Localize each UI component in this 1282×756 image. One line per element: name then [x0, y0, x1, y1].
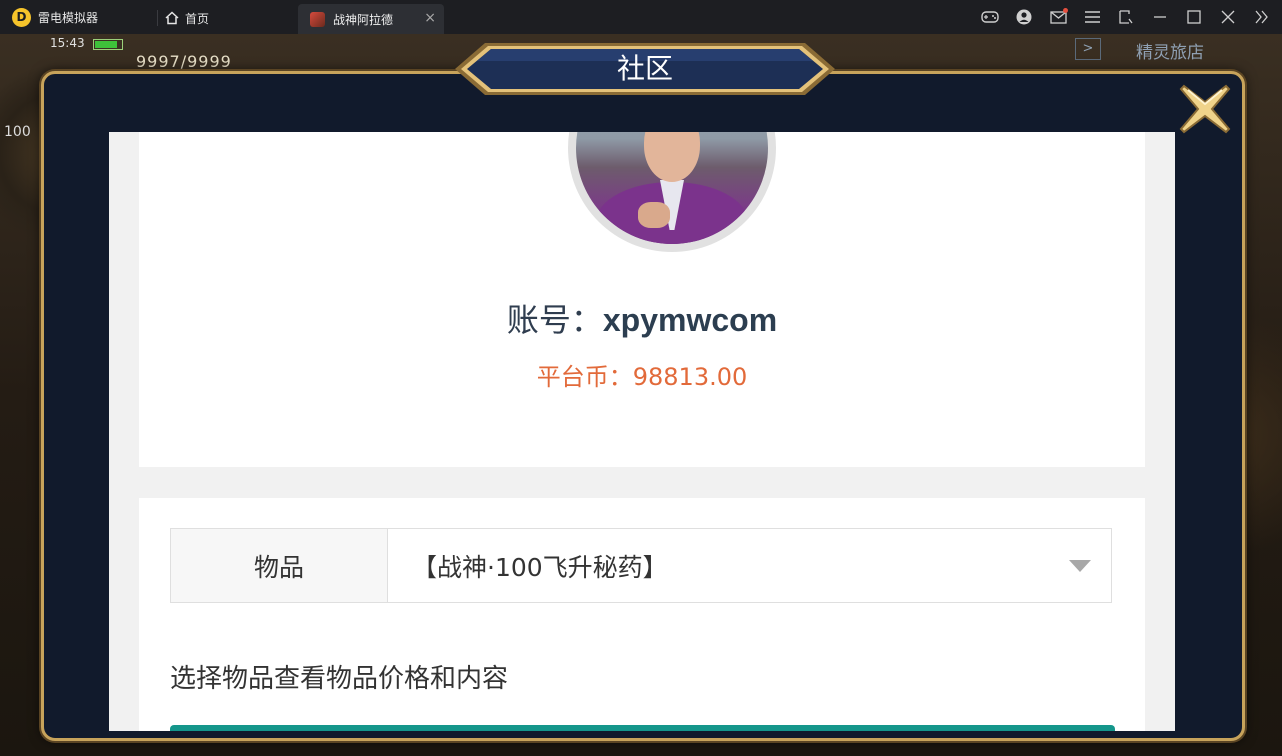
community-webview: 账号：xpymwcom 平台币：98813.00 物品 【战神·100飞升秘药】…: [109, 132, 1175, 731]
coins-value: 98813.00: [632, 363, 748, 391]
items-card: 物品 【战神·100飞升秘药】 选择物品查看物品价格和内容: [139, 498, 1145, 731]
titlebar-divider: [157, 10, 158, 26]
user-account-icon[interactable]: [1012, 6, 1036, 28]
restore-window-icon[interactable]: [1114, 6, 1138, 28]
expand-sidebar-icon[interactable]: [1250, 6, 1274, 28]
close-window-icon[interactable]: [1216, 6, 1240, 28]
tab-home[interactable]: 首页: [165, 8, 209, 28]
modal-title: 社区: [616, 52, 673, 85]
gamepad-icon[interactable]: [978, 6, 1002, 28]
mail-icon[interactable]: [1046, 6, 1070, 28]
tab-home-label: 首页: [185, 11, 210, 26]
minimize-icon[interactable]: [1148, 6, 1172, 28]
avatar: [568, 132, 776, 252]
app-logo-icon: D: [12, 8, 31, 27]
menu-icon[interactable]: [1080, 6, 1104, 28]
shop-label[interactable]: 精灵旅店: [1136, 38, 1204, 63]
profile-card: 账号：xpymwcom 平台币：98813.00: [139, 132, 1145, 467]
titlebar-controls: [978, 6, 1274, 28]
shop-arrow-icon[interactable]: >: [1075, 38, 1101, 60]
action-button[interactable]: [170, 725, 1115, 731]
item-select-row: 物品 【战神·100飞升秘药】: [170, 528, 1112, 603]
tab-close-icon[interactable]: ×: [424, 10, 436, 26]
account-label: 账号：: [506, 301, 603, 339]
game-app-icon: [310, 11, 325, 27]
item-selected-value: 【战神·100飞升秘药】: [412, 552, 668, 582]
tab-game[interactable]: 战神阿拉德 ×: [298, 4, 444, 34]
item-hint-text: 选择物品查看物品价格和内容: [170, 664, 509, 694]
chevron-down-icon: [1069, 560, 1091, 572]
battery-icon: [93, 39, 123, 50]
modal-close-button[interactable]: [1176, 80, 1234, 138]
emulator-titlebar: D 雷电模拟器 首页 战神阿拉德 ×: [0, 0, 1282, 34]
notification-dot: [1063, 8, 1068, 13]
maximize-icon[interactable]: [1182, 6, 1206, 28]
level-badge: 100: [4, 124, 31, 140]
hp-readout: 9997/9999: [136, 52, 232, 71]
status-time: 15:43: [50, 36, 85, 50]
app-title: 雷电模拟器: [38, 11, 99, 25]
coins-label: 平台币：: [536, 363, 633, 391]
item-select-dropdown[interactable]: 【战神·100飞升秘药】: [388, 529, 1111, 602]
modal-title-plate: 社区: [455, 41, 835, 97]
account-line: 账号：xpymwcom: [139, 295, 1145, 341]
tab-game-label: 战神阿拉德: [333, 12, 394, 27]
avatar-photo: [576, 132, 768, 244]
platform-coins-line: 平台币：98813.00: [139, 357, 1145, 392]
account-name: xpymwcom: [602, 302, 778, 338]
home-icon: [165, 11, 179, 25]
item-select-label: 物品: [171, 529, 388, 602]
close-icon: [1179, 84, 1231, 134]
